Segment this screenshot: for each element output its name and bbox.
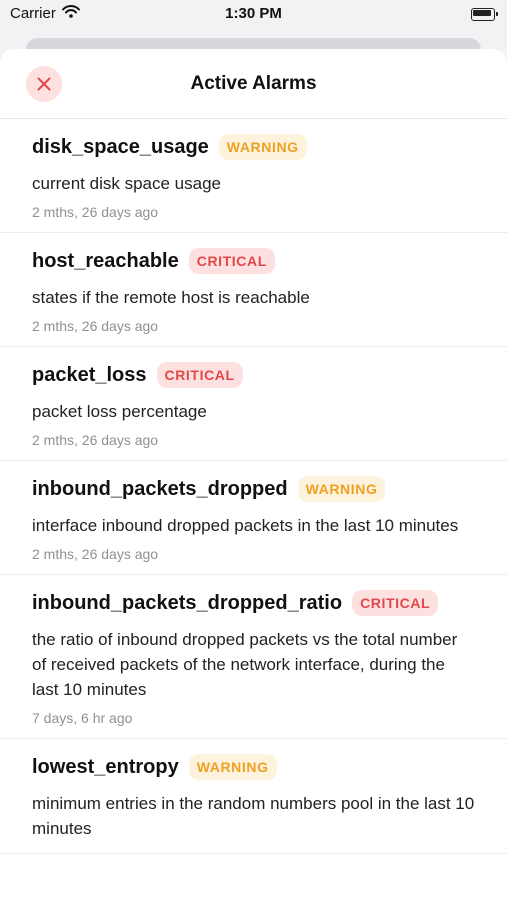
clock-time: 1:30 PM <box>225 5 282 22</box>
alarm-description: interface inbound dropped packets in the… <box>32 516 459 535</box>
alarm-header-row: disk_space_usage WARNING <box>32 131 475 163</box>
alarm-header-row: inbound_packets_dropped_ratio CRITICAL <box>32 587 475 619</box>
alarm-timestamp: 7 days, 6 hr ago <box>32 710 133 726</box>
alarm-header-row: packet_loss CRITICAL <box>32 359 475 391</box>
app-screen: Carrier 1:30 PM Active Alarms disk_space… <box>0 0 507 900</box>
alarm-header-row: lowest_entropy WARNING <box>32 751 475 783</box>
status-bar: Carrier 1:30 PM <box>0 0 507 30</box>
severity-badge: WARNING <box>188 754 277 780</box>
alarm-list-item[interactable]: host_reachable CRITICAL states if the remo… <box>0 233 507 347</box>
alarm-description: states if the remote host is reachable <box>32 288 310 307</box>
alarm-description: packet loss percentage <box>32 402 207 421</box>
alarm-list: disk_space_usage WARNING current disk spac… <box>0 119 507 854</box>
alarms-sheet: Active Alarms disk_space_usage WARNING cur… <box>0 49 507 900</box>
alarm-timestamp: 2 mths, 26 days ago <box>32 204 159 220</box>
severity-badge: CRITICAL <box>156 362 243 388</box>
alarm-description: the ratio of inbound dropped packets vs … <box>32 630 458 699</box>
alarm-name: inbound_packets_dropped <box>32 477 288 500</box>
alarm-name: host_reachable <box>32 249 179 272</box>
sheet-header: Active Alarms <box>0 49 507 119</box>
alarm-name: lowest_entropy <box>32 755 179 778</box>
alarm-name: disk_space_usage <box>32 135 209 158</box>
alarm-list-item[interactable]: inbound_packets_dropped_ratio CRITICAL the… <box>0 575 507 739</box>
alarm-description: minimum entries in the random numbers po… <box>32 794 475 838</box>
alarm-timestamp: 2 mths, 26 days ago <box>32 432 159 448</box>
alarm-list-item[interactable]: lowest_entropy WARNING minimum entries in … <box>0 739 507 854</box>
alarm-description: current disk space usage <box>32 174 221 193</box>
alarm-timestamp: 2 mths, 26 days ago <box>32 546 159 562</box>
alarm-name: packet_loss <box>32 363 147 386</box>
alarm-header-row: host_reachable CRITICAL <box>32 245 475 277</box>
alarm-name: inbound_packets_dropped_ratio <box>32 591 343 614</box>
alarm-list-item[interactable]: inbound_packets_dropped WARNING interface … <box>0 461 507 575</box>
alarm-timestamp: 2 mths, 26 days ago <box>32 318 159 334</box>
severity-badge: CRITICAL <box>352 590 439 616</box>
sheet-title: Active Alarms <box>190 73 317 94</box>
alarm-list-item[interactable]: packet_loss CRITICAL packet loss percentag… <box>0 347 507 461</box>
severity-badge: CRITICAL <box>188 248 275 274</box>
battery-icon <box>471 8 498 21</box>
alarm-list-item[interactable]: disk_space_usage WARNING current disk spac… <box>0 119 507 233</box>
severity-badge: WARNING <box>297 476 386 502</box>
alarm-header-row: inbound_packets_dropped WARNING <box>32 473 475 505</box>
severity-badge: WARNING <box>218 134 307 160</box>
